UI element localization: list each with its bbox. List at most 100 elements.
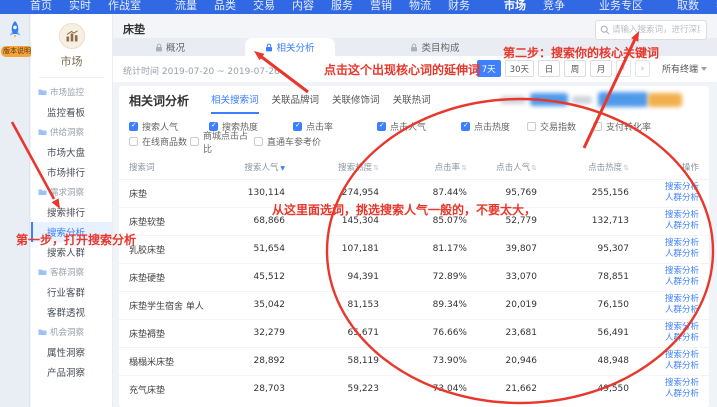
action-audience-analysis[interactable]: 人群分析	[665, 249, 699, 260]
keyword-cell: 床垫软垫	[119, 207, 231, 235]
terminal-select[interactable]: 所有终端	[662, 62, 707, 75]
blurred-button-4[interactable]	[598, 92, 648, 107]
tab-related-hot-words[interactable]: 关联热词	[393, 86, 431, 114]
ctr-cell: 73.04%	[381, 375, 469, 403]
sidebar-item-industry-customer[interactable]: 行业客群	[31, 282, 112, 302]
screen: 首页 实时 作战室 流量 品类 交易 内容 服务 营销 物流 财务 市场 竞争 …	[0, 0, 717, 407]
related-words-card: 相关词分析 相关搜索词 关联品牌词 关联修饰词 关联热词 搜索人气 搜索热度 点…	[119, 86, 709, 407]
action-search-analysis[interactable]: 搜索分析	[665, 350, 699, 361]
folder-icon	[38, 128, 47, 136]
action-audience-analysis[interactable]: 人群分析	[665, 221, 699, 232]
sidebar-item-attribute-insight[interactable]: 属性洞察	[31, 342, 112, 362]
range-30d-button[interactable]: 30天	[505, 60, 534, 77]
blurred-button-1[interactable]	[500, 96, 526, 104]
blurred-button-2[interactable]	[530, 93, 568, 106]
action-search-analysis[interactable]: 搜索分析	[665, 266, 699, 277]
nav-item-category[interactable]: 品类	[214, 0, 236, 13]
click-heat-cell: 95,307	[539, 235, 631, 263]
prev-period-button[interactable]: ‹	[616, 60, 631, 77]
sidebar-item-customer-perspective[interactable]: 客群透视	[31, 302, 112, 322]
click-heat-cell: 78,851	[539, 263, 631, 291]
nav-item-service[interactable]: 服务	[331, 0, 353, 13]
range-month-button[interactable]: 月	[590, 60, 612, 77]
nav-item-market[interactable]: 市场	[504, 0, 526, 13]
col-search-heat[interactable]: 搜索热度	[287, 155, 381, 179]
col-click-popularity[interactable]: 点击人气	[469, 155, 539, 179]
action-audience-analysis[interactable]: 人群分析	[665, 277, 699, 288]
main-content: 床垫 概况	[113, 14, 717, 407]
tab-related-analysis[interactable]: 相关分析	[245, 38, 335, 56]
next-period-button[interactable]: ›	[635, 60, 650, 77]
filter-click-heat[interactable]: 点击热度	[461, 120, 527, 133]
nav-item-home[interactable]: 首页	[30, 0, 52, 13]
action-audience-analysis[interactable]: 人群分析	[665, 193, 699, 204]
top-nav: 首页 实时 作战室 流量 品类 交易 内容 服务 营销 物流 财务 市场 竞争 …	[0, 0, 717, 14]
nav-item-content[interactable]: 内容	[292, 0, 314, 13]
nav-item-war-room[interactable]: 作战室	[108, 0, 141, 13]
nav-item-competition[interactable]: 竞争	[543, 0, 565, 13]
tab-related-brand-words[interactable]: 关联品牌词	[272, 86, 320, 114]
filter-click-rate[interactable]: 点击率	[293, 120, 377, 133]
filter-mall-click-share[interactable]: 商城点击占比	[190, 129, 254, 155]
action-audience-analysis[interactable]: 人群分析	[665, 305, 699, 316]
action-search-analysis[interactable]: 搜索分析	[665, 294, 699, 305]
filter-pay-conversion[interactable]: 支付转化率	[593, 120, 679, 133]
tab-overview[interactable]: 概况	[125, 38, 215, 56]
action-audience-analysis[interactable]: 人群分析	[665, 333, 699, 344]
sidebar-item-product-insight[interactable]: 产品洞察	[31, 362, 112, 382]
search-input[interactable]	[610, 24, 702, 36]
sidebar-item-search-ranking[interactable]: 搜索排行	[31, 202, 112, 222]
nav-item-marketing[interactable]: 营销	[370, 0, 392, 13]
sidebar-item-market-ranking[interactable]: 市场排行	[31, 162, 112, 182]
filter-ztc-reference-price[interactable]: 直通车参考价	[254, 135, 358, 148]
col-click-rate[interactable]: 点击率	[381, 155, 469, 179]
tab-category-composition[interactable]: 类目构成	[390, 38, 480, 56]
nav-item-trade[interactable]: 交易	[253, 0, 275, 13]
keyword-cell: 乳胶床垫	[119, 235, 231, 263]
card-header: 相关词分析 相关搜索词 关联品牌词 关联修饰词 关联热词	[119, 86, 709, 114]
version-badge[interactable]: 版本说明	[1, 46, 33, 57]
action-search-analysis[interactable]: 搜索分析	[665, 378, 699, 389]
action-search-analysis[interactable]: 搜索分析	[665, 210, 699, 221]
action-search-analysis[interactable]: 搜索分析	[665, 238, 699, 249]
filter-trade-index[interactable]: 交易指数	[527, 120, 593, 133]
sidebar-item-monitor-board[interactable]: 监控看板	[31, 102, 112, 122]
click-heat-cell: 56,491	[539, 319, 631, 347]
nav-item-realtime[interactable]: 实时	[69, 0, 91, 13]
folder-icon	[38, 188, 47, 196]
action-audience-analysis[interactable]: 人群分析	[665, 389, 699, 400]
nav-item-business-zone[interactable]: 业务专区	[599, 0, 643, 13]
sidebar-item-search-analysis[interactable]: 搜索分析	[31, 222, 112, 242]
folder-icon	[38, 268, 47, 276]
ctr-cell: 89.34%	[381, 291, 469, 319]
blurred-button-3[interactable]	[572, 96, 592, 104]
left-rail: 版本说明	[0, 14, 30, 407]
tab-related-modifier-words[interactable]: 关联修饰词	[332, 86, 380, 114]
action-search-analysis[interactable]: 搜索分析	[665, 182, 699, 193]
nav-item-finance[interactable]: 财务	[448, 0, 470, 13]
filter-online-products[interactable]: 在线商品数	[129, 135, 190, 148]
rocket-icon[interactable]	[5, 20, 25, 46]
table-row: 乳胶床垫 51,654 107,181 81.17% 39,807 95,307…	[119, 235, 709, 263]
sidebar-item-search-audience[interactable]: 搜索人群	[31, 242, 112, 262]
click-pop-cell: 21,662	[469, 375, 539, 403]
col-search-popularity[interactable]: 搜索人气	[231, 155, 287, 179]
nav-item-logistics[interactable]: 物流	[409, 0, 431, 13]
sidebar-item-market-overview[interactable]: 市场大盘	[31, 142, 112, 162]
range-day-button[interactable]: 日	[538, 60, 560, 77]
nav-item-traffic[interactable]: 流量	[175, 0, 197, 13]
sidebar-brand: 市场	[31, 14, 112, 69]
col-click-heat[interactable]: 点击热度	[539, 155, 631, 179]
nav-item-data-extract[interactable]: 取数	[677, 0, 699, 13]
table-row: 充气床垫 28,703 59,223 73.04% 21,662 49,550 …	[119, 375, 709, 403]
click-heat-cell: 48,948	[539, 347, 631, 375]
blurred-button-5[interactable]	[648, 93, 682, 107]
range-week-button[interactable]: 周	[564, 60, 586, 77]
tab-related-search-words[interactable]: 相关搜索词	[211, 86, 259, 114]
range-7d-button[interactable]: 7天	[477, 60, 501, 77]
action-search-analysis[interactable]: 搜索分析	[665, 322, 699, 333]
search-pop-cell: 35,042	[231, 291, 287, 319]
filter-click-popularity[interactable]: 点击人气	[377, 120, 461, 133]
action-audience-analysis[interactable]: 人群分析	[665, 361, 699, 372]
keyword-search-box[interactable]	[595, 20, 707, 40]
